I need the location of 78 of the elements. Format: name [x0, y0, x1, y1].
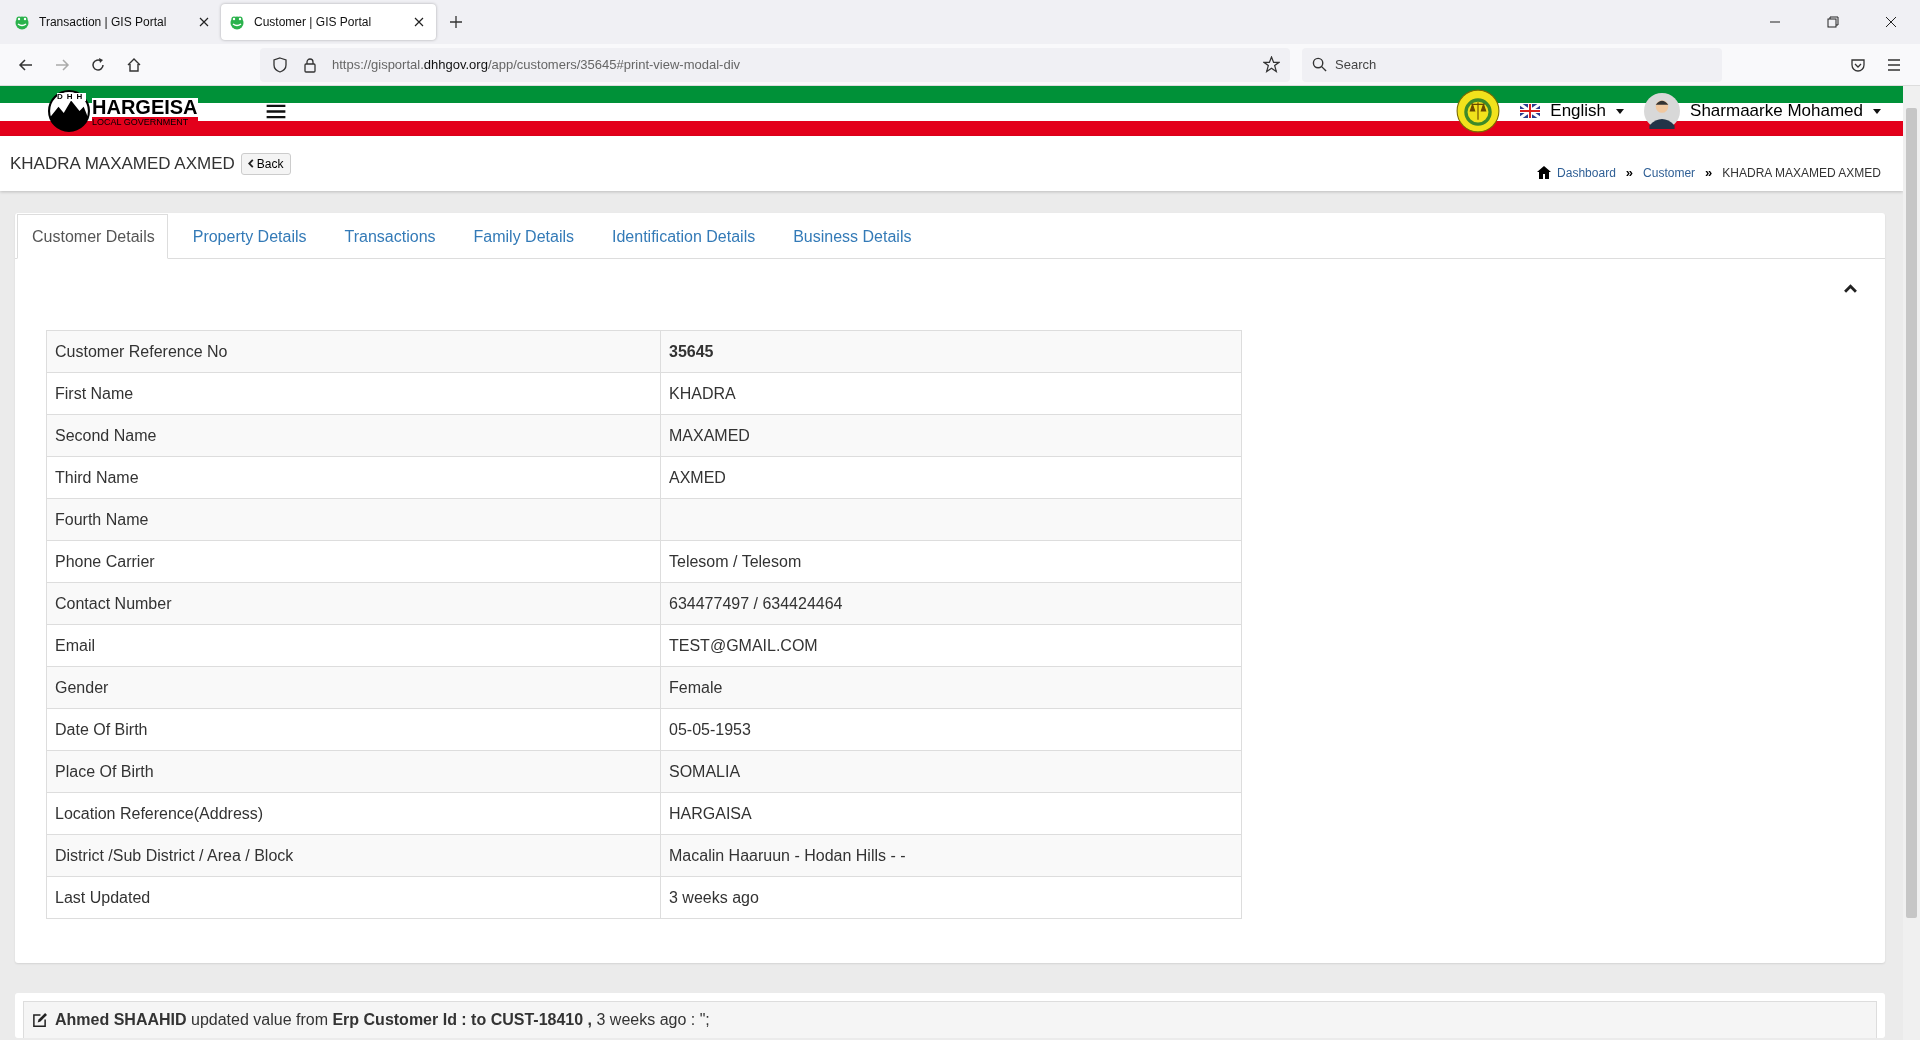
collapse-icon[interactable]	[1844, 284, 1857, 293]
flag-icon	[1520, 104, 1541, 118]
tab-title: Customer | GIS Portal	[254, 15, 373, 29]
table-cell: 3 weeks ago	[660, 876, 1242, 919]
table-cell: Telesom / Telesom	[660, 540, 1242, 583]
back-arrow-icon[interactable]	[18, 56, 34, 73]
new-tab-icon[interactable]	[450, 16, 462, 28]
table-cell: 05-05-1953	[660, 708, 1242, 751]
table-cell: HARGAISA	[660, 792, 1242, 835]
home-icon	[1537, 166, 1552, 179]
table-cell: First Name	[46, 372, 661, 415]
star-icon[interactable]	[1263, 56, 1280, 73]
table-cell: SOMALIA	[660, 750, 1242, 793]
back-button[interactable]: Back	[240, 152, 291, 175]
close-icon[interactable]	[1885, 16, 1897, 28]
table-cell: 634477497 / 634424464	[660, 582, 1242, 625]
page-title: KHADRA MAXAMED AXMED	[10, 153, 235, 174]
tab[interactable]: Transactions	[329, 214, 449, 259]
tab-title: Transaction | GIS Portal	[39, 15, 168, 29]
logo-subtitle: LOCAL GOVERNMENT	[92, 116, 198, 128]
table-cell: Date Of Birth	[46, 708, 661, 751]
activity-text: Ahmed SHAAHID updated value from Erp Customer Id : to CUST-18410 , 3 weeks ago : ";	[55, 1011, 710, 1029]
tab[interactable]: Property Details	[177, 214, 320, 259]
table-cell: Customer Reference No	[46, 330, 661, 373]
caret-icon	[1616, 108, 1625, 114]
table-cell: Second Name	[46, 414, 661, 457]
table-cell: KHADRA	[660, 372, 1242, 415]
breadcrumb-separator: »	[1625, 165, 1634, 180]
close-icon[interactable]	[199, 17, 209, 27]
tab[interactable]: Identification Details	[597, 214, 769, 259]
table-cell: Gender	[46, 666, 661, 709]
browser-tab[interactable]: Customer | GIS Portal	[221, 4, 436, 40]
table-cell: Place Of Birth	[46, 750, 661, 793]
breadcrumb-link[interactable]: Customer	[1643, 165, 1696, 180]
table-cell: Fourth Name	[46, 498, 661, 541]
table-cell: MAXAMED	[660, 414, 1242, 457]
avatar-icon	[1644, 93, 1681, 129]
breadcrumb-link[interactable]: Dashboard	[1557, 165, 1616, 180]
table-cell: Macalin Haaruun - Hodan Hills - -	[660, 834, 1242, 877]
menu-icon[interactable]	[265, 103, 286, 119]
emblem-icon	[1456, 89, 1501, 133]
reload-icon[interactable]	[90, 56, 106, 73]
browser-tab[interactable]: Transaction | GIS Portal	[6, 4, 221, 40]
breadcrumb-separator: »	[1705, 165, 1713, 180]
table-cell: Female	[660, 666, 1242, 709]
address-bar[interactable]: https://gisportal.dhhgov.org/app/customers/35645#print-view-modal-div	[260, 47, 1290, 82]
close-icon[interactable]	[414, 17, 424, 27]
table-cell: District /Sub District / Area / Block	[46, 834, 661, 877]
table-cell: 35645	[660, 330, 1242, 373]
table-cell: TEST@GMAIL.COM	[660, 624, 1242, 667]
user-menu[interactable]: Sharmaarke Mohamed	[1644, 93, 1881, 129]
table-cell: Phone Carrier	[46, 540, 661, 583]
logo-title: HARGEISA	[92, 97, 198, 117]
table-cell: Last Updated	[46, 876, 661, 919]
table-cell: Contact Number	[46, 582, 661, 625]
breadcrumb-link[interactable]: KHADRA MAXAMED AXMED	[1722, 165, 1881, 180]
language-dropdown[interactable]: English	[1520, 101, 1625, 121]
table-cell: Email	[46, 624, 661, 667]
search-field[interactable]: Search	[1302, 47, 1722, 82]
table-cell: Location Reference(Address)	[46, 792, 661, 835]
caret-icon	[1873, 108, 1881, 114]
tab[interactable]: Business Details	[778, 214, 925, 259]
table-cell: AXMED	[660, 456, 1242, 499]
frog-favicon-icon	[229, 14, 245, 30]
search-icon	[1312, 56, 1327, 72]
restore-icon[interactable]	[1827, 16, 1839, 28]
chevron-left-icon	[247, 159, 254, 168]
tab[interactable]: Family Details	[458, 214, 587, 259]
logo-letters: DHH	[57, 93, 87, 101]
pocket-icon[interactable]	[1850, 56, 1866, 73]
shield-icon	[272, 56, 288, 73]
frog-favicon-icon	[14, 14, 30, 30]
tab[interactable]: Customer Details	[17, 214, 168, 259]
url-text: https://gisportal.dhhgov.org/app/customers/35645#print-view-modal-div	[332, 57, 741, 72]
table-cell: Third Name	[46, 456, 661, 499]
home-icon[interactable]	[126, 56, 142, 73]
padlock-icon	[302, 56, 318, 73]
edit-icon	[32, 1012, 47, 1028]
